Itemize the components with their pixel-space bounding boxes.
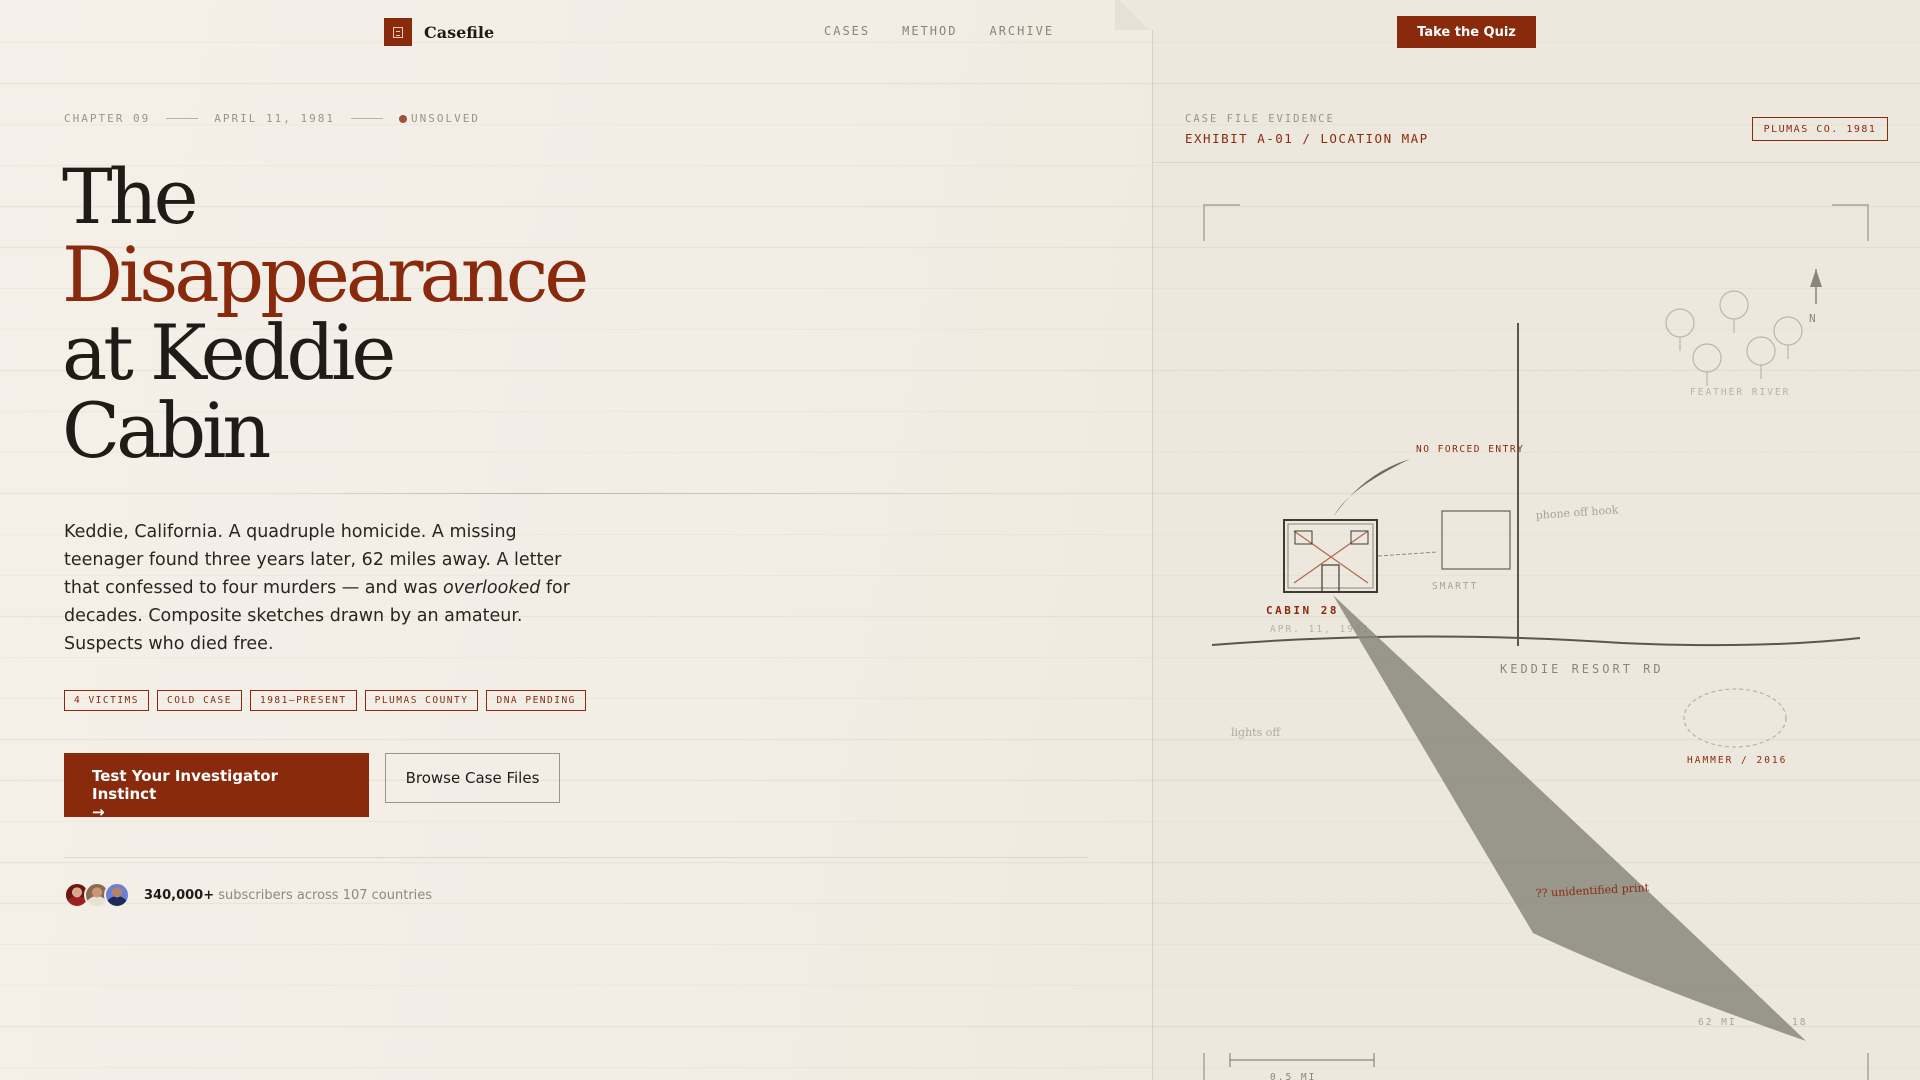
subscriber-label: subscribers across 107 countries [218,887,433,903]
scale-bar-icon [1229,1053,1375,1067]
nav-method[interactable]: METHOD [902,24,957,38]
status-badge: UNSOLVED [398,112,480,125]
evidence-label: CASE FILE EVIDENCE [1185,113,1335,125]
tag-years: 1981–PRESENT [249,690,357,711]
cabin-28-icon [1283,519,1378,593]
tree-icon [1773,316,1803,346]
status-dot-icon [398,114,407,123]
social-proof: 340,000+ subscribers across 107 countrie… [64,882,432,908]
tag-county: PLUMAS COUNTY [364,690,479,711]
distance-label: 62 MI [1698,1017,1737,1028]
tag-cold-case: COLD CASE [156,690,242,711]
link-line [1377,551,1439,557]
divider [350,118,383,119]
cabin-label: CABIN 28 [1266,604,1339,617]
tag-dna: DNA PENDING [486,690,586,711]
section-divider [64,857,1088,858]
trees [1665,290,1803,386]
tree-icon [1692,343,1722,373]
tree-icon [1719,290,1749,320]
arrow-stroke [1334,459,1410,516]
cta-primary-label: Test Your Investigator Instinct [92,767,279,803]
lights-note: lights off [1231,726,1281,739]
location-map[interactable]: N FEATHER RIVER KEDDIE RESORT RD NO FORC… [1152,163,1920,1080]
take-quiz-button[interactable]: Take the Quiz [1397,16,1536,48]
scale-label: 0.5 MI [1270,1072,1316,1080]
nav-archive[interactable]: ARCHIVE [989,24,1054,38]
chapter-meta: CHAPTER 09 APRIL 11, 1981 UNSOLVED [64,112,480,125]
chapter-label: CHAPTER 09 [64,112,151,125]
case-date: APRIL 11, 1981 [214,112,335,125]
avatar-stack [64,882,130,908]
tree-icon [1746,336,1776,366]
subscriber-number: 340,000+ [144,887,215,903]
page-title: The Disappearance at Keddie Cabin [62,152,589,475]
title-line-4: Cabin [62,386,271,475]
lede-paragraph: Keddie, California. A quadruple homicide… [64,518,594,658]
brand-logo[interactable]: Casefile [384,18,494,46]
title-line-3: at Keddie [62,308,396,397]
arrow-right-icon: → [92,803,105,821]
road-label: KEDDIE RESORT RD [1500,662,1664,676]
distance-suffix: 18 [1792,1017,1807,1028]
county-stamp: PLUMAS CO. 1981 [1752,117,1888,141]
evidence-title: EXHIBIT A-01 / LOCATION MAP [1185,131,1429,146]
avatar [104,882,130,908]
corner-top-left [1203,204,1240,241]
title-line-1: The [62,152,199,241]
case-tags: 4 VICTIMS COLD CASE 1981–PRESENT PLUMAS … [64,690,586,711]
browse-case-files-button[interactable]: Browse Case Files [385,753,560,803]
river-label: FEATHER RIVER [1690,387,1790,398]
subscriber-count: 340,000+ subscribers across 107 countrie… [144,888,432,903]
page-fold [1115,0,1153,30]
no-forced-entry-note: NO FORCED ENTRY [1416,444,1524,455]
brand-name: Casefile [424,22,495,42]
casefile-icon [384,18,412,46]
lede-emphasis: overlooked [443,578,541,598]
divider [166,118,199,119]
status-label: UNSOLVED [410,112,480,125]
north-label: N [1809,312,1816,325]
phone-note: phone off hook [1535,503,1619,522]
frame-corners [1203,204,1869,1080]
smartt-label: SMARTT [1432,581,1478,592]
hammer-location-marker [1683,688,1787,748]
keddie-resort-road [1211,635,1861,647]
investigator-quiz-button[interactable]: Test Your Investigator Instinct → [64,753,369,821]
hammer-label: HAMMER / 2016 [1687,755,1787,766]
headline-rule [512,493,1072,494]
north-arrow-icon: N [1809,269,1822,325]
nav-cases[interactable]: CASES [824,24,870,38]
tag-victims: 4 VICTIMS [64,690,149,711]
smartt-cabin-icon [1441,510,1511,570]
location-map-svg: N FEATHER RIVER KEDDIE RESORT RD NO FORC… [1203,204,1869,1080]
title-line-2: Disappearance [62,230,589,319]
corner-top-right [1832,204,1869,241]
headline-rule-left [260,493,520,494]
tree-icon [1665,308,1695,338]
main-nav: CASES METHOD ARCHIVE [824,24,1054,38]
